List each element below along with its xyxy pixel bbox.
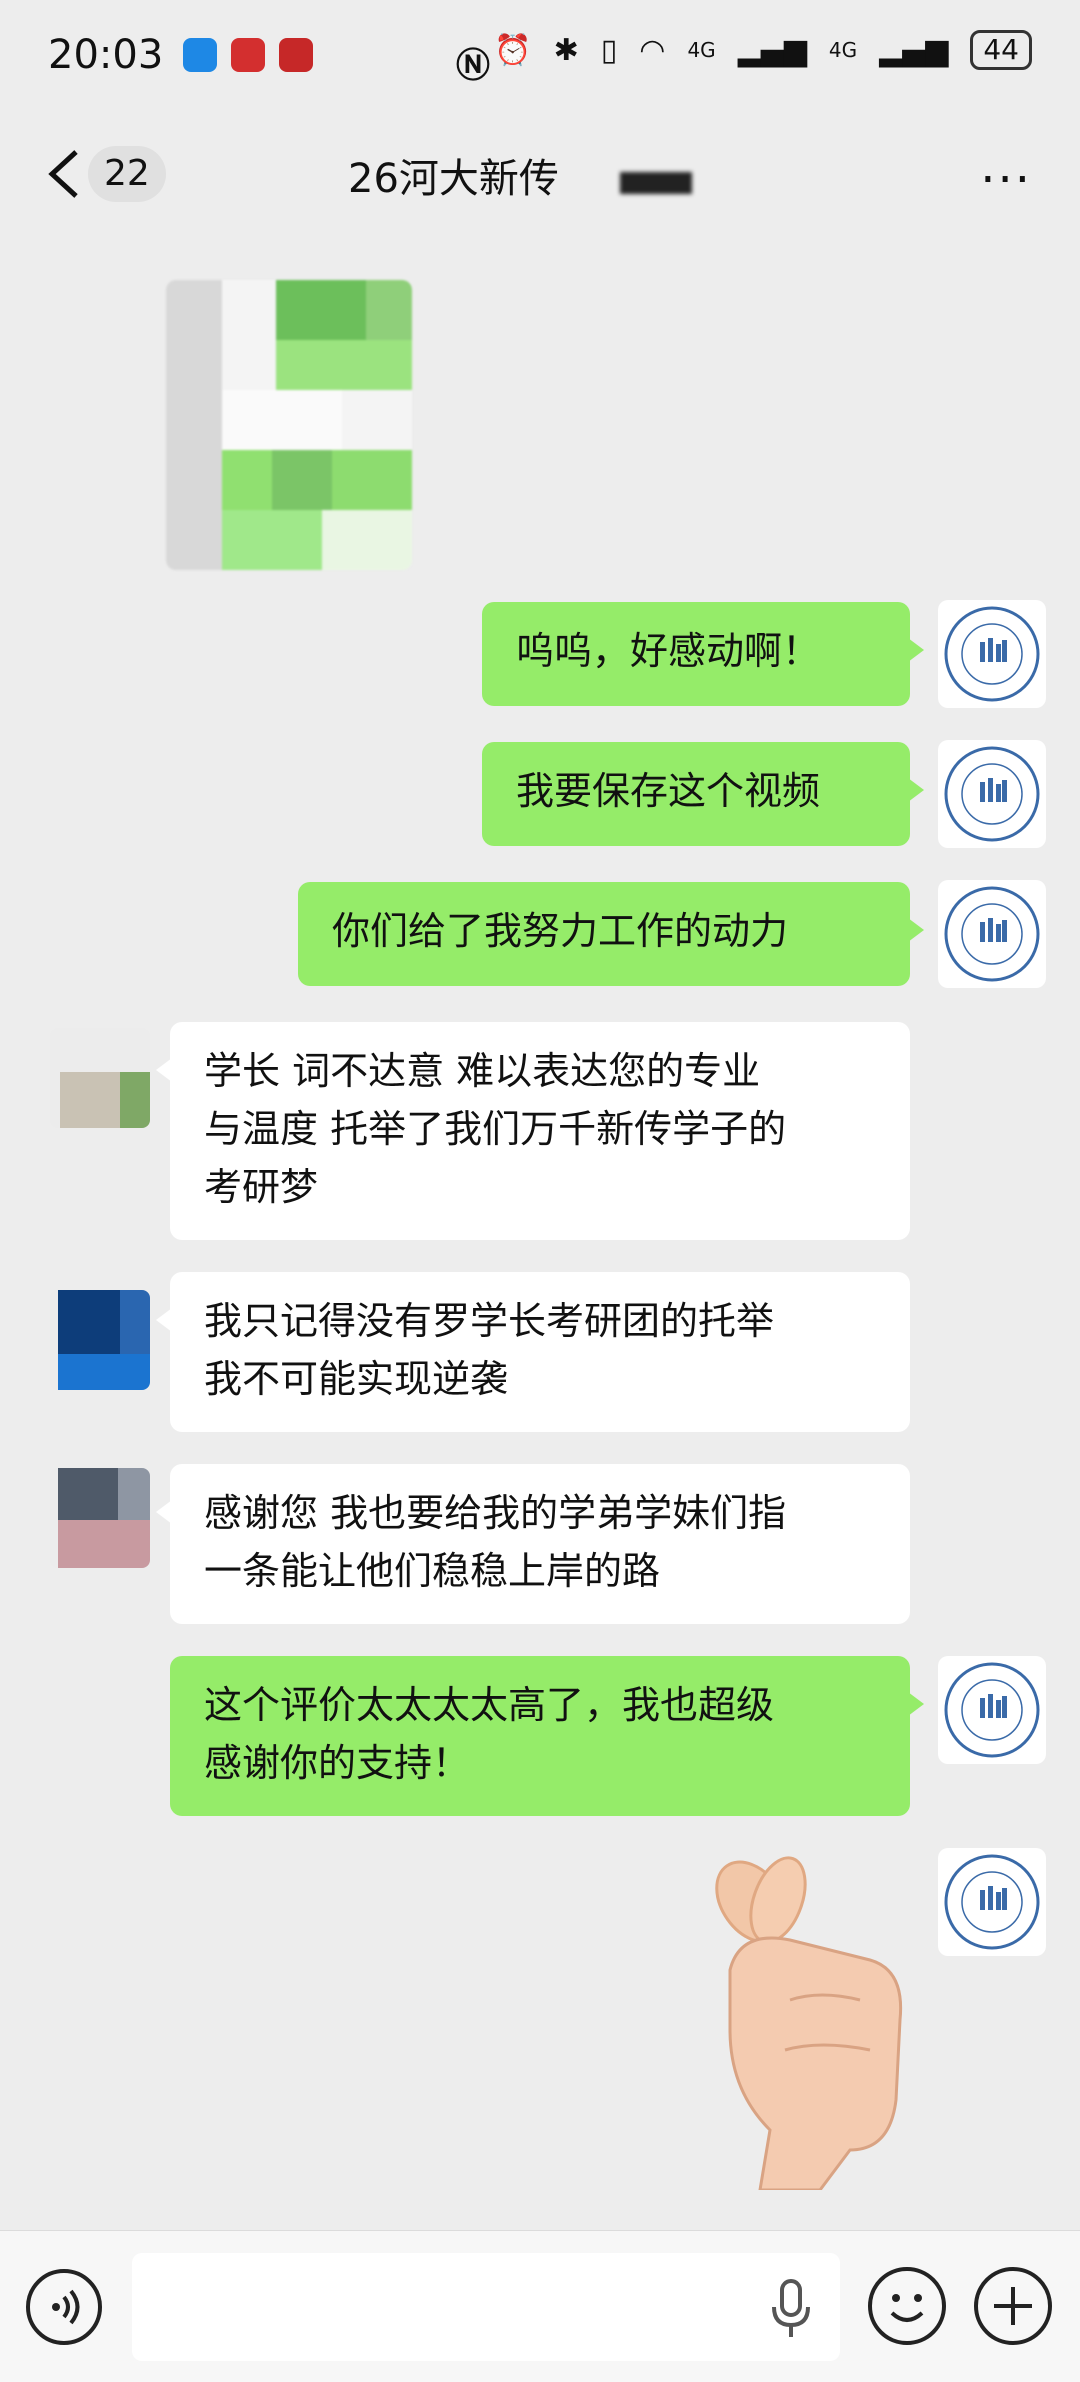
logo-icon bbox=[944, 1662, 1040, 1758]
more-functions-button[interactable] bbox=[974, 2267, 1052, 2345]
network-2-label: 4G bbox=[828, 38, 858, 62]
message-line: 感谢您 我也要给我的学弟学妹们指 bbox=[204, 1491, 787, 1535]
vibrate-icon: ▯ bbox=[600, 32, 618, 68]
back-icon[interactable] bbox=[40, 144, 90, 204]
input-bar bbox=[0, 2230, 1080, 2382]
message-line: 学长 词不达意 难以表达您的专业 bbox=[204, 1049, 761, 1093]
logo-icon bbox=[944, 886, 1040, 982]
my-avatar[interactable] bbox=[938, 1656, 1046, 1764]
contact-avatar[interactable] bbox=[50, 1468, 150, 1568]
battery-indicator: 44 bbox=[970, 30, 1032, 70]
bluetooth-icon: ✱ bbox=[553, 32, 579, 68]
message-bubble-out[interactable]: 这个评价太太太太高了，我也超级 感谢你的支持！ bbox=[170, 1656, 924, 1816]
chat-header: 22 26河大新传 ··· bbox=[0, 110, 1080, 230]
message-bubble-out[interactable]: 呜呜，好感动啊！ bbox=[482, 602, 924, 706]
contact-avatar[interactable] bbox=[50, 1028, 150, 1128]
notification-icons bbox=[183, 38, 314, 72]
voice-icon bbox=[52, 2289, 80, 2325]
network-1-label: 4G bbox=[687, 38, 716, 62]
app-notification-icon bbox=[279, 38, 314, 72]
message-line: 我不可能实现逆袭 bbox=[204, 1357, 509, 1401]
finger-heart-sticker[interactable] bbox=[700, 1850, 910, 2190]
my-avatar[interactable] bbox=[938, 740, 1046, 848]
status-right: ⏰ ✱ ▯ ◠ 4G ▂▄▆ 4G ▂▄▆ 44 bbox=[494, 30, 1032, 70]
logo-icon bbox=[944, 746, 1040, 842]
microphone-icon[interactable] bbox=[770, 2279, 812, 2339]
image-message[interactable] bbox=[166, 280, 412, 570]
logo-icon bbox=[944, 1854, 1040, 1950]
wifi-icon: ◠ bbox=[639, 32, 666, 68]
message-text: 呜呜，好感动啊！ bbox=[516, 629, 821, 673]
my-avatar[interactable] bbox=[938, 1848, 1046, 1956]
more-options-icon[interactable]: ··· bbox=[980, 152, 1032, 208]
status-time: 20:03 bbox=[48, 32, 164, 78]
message-text: 你们给了我努力工作的动力 bbox=[332, 909, 789, 953]
message-bubble-in[interactable]: 我只记得没有罗学长考研团的托举 我不可能实现逆袭 bbox=[156, 1272, 910, 1432]
message-line: 感谢你的支持！ bbox=[204, 1741, 471, 1785]
title-redaction bbox=[620, 172, 692, 194]
my-avatar[interactable] bbox=[938, 880, 1046, 988]
status-bar: 20:03 Ⓝ ⏰ ✱ ▯ ◠ 4G ▂▄▆ 4G ▂▄▆ 44 bbox=[0, 0, 1080, 110]
my-avatar[interactable] bbox=[938, 600, 1046, 708]
message-line: 考研梦 bbox=[204, 1165, 319, 1209]
message-input[interactable] bbox=[132, 2253, 840, 2361]
message-bubble-in[interactable]: 感谢您 我也要给我的学弟学妹们指 一条能让他们稳稳上岸的路 bbox=[156, 1464, 910, 1624]
emoji-button[interactable] bbox=[868, 2267, 946, 2345]
message-bubble-in[interactable]: 学长 词不达意 难以表达您的专业 与温度 托举了我们万千新传学子的 考研梦 bbox=[156, 1022, 910, 1240]
message-line: 与温度 托举了我们万千新传学子的 bbox=[204, 1107, 787, 1151]
nfc-icon: Ⓝ bbox=[456, 46, 490, 86]
app-notification-icon bbox=[183, 38, 218, 72]
smile-icon bbox=[890, 2294, 924, 2322]
signal-2-icon: ▂▄▆ bbox=[879, 32, 949, 68]
message-text: 我要保存这个视频 bbox=[516, 769, 821, 813]
message-line: 我只记得没有罗学长考研团的托举 bbox=[204, 1299, 775, 1343]
contact-avatar[interactable] bbox=[50, 1290, 150, 1390]
signal-1-icon: ▂▄▆ bbox=[737, 32, 807, 68]
message-bubble-out[interactable]: 你们给了我努力工作的动力 bbox=[298, 882, 924, 986]
voice-input-button[interactable] bbox=[26, 2269, 102, 2345]
logo-icon bbox=[944, 606, 1040, 702]
alarm-icon: ⏰ bbox=[494, 32, 532, 68]
unread-badge[interactable]: 22 bbox=[88, 146, 166, 202]
app-notification-icon bbox=[231, 38, 266, 72]
message-line: 一条能让他们稳稳上岸的路 bbox=[204, 1549, 661, 1593]
plus-icon bbox=[994, 2287, 1032, 2325]
chat-title: 26河大新传 bbox=[348, 156, 559, 202]
message-bubble-out[interactable]: 我要保存这个视频 bbox=[482, 742, 924, 846]
message-line: 这个评价太太太太高了，我也超级 bbox=[204, 1683, 775, 1727]
